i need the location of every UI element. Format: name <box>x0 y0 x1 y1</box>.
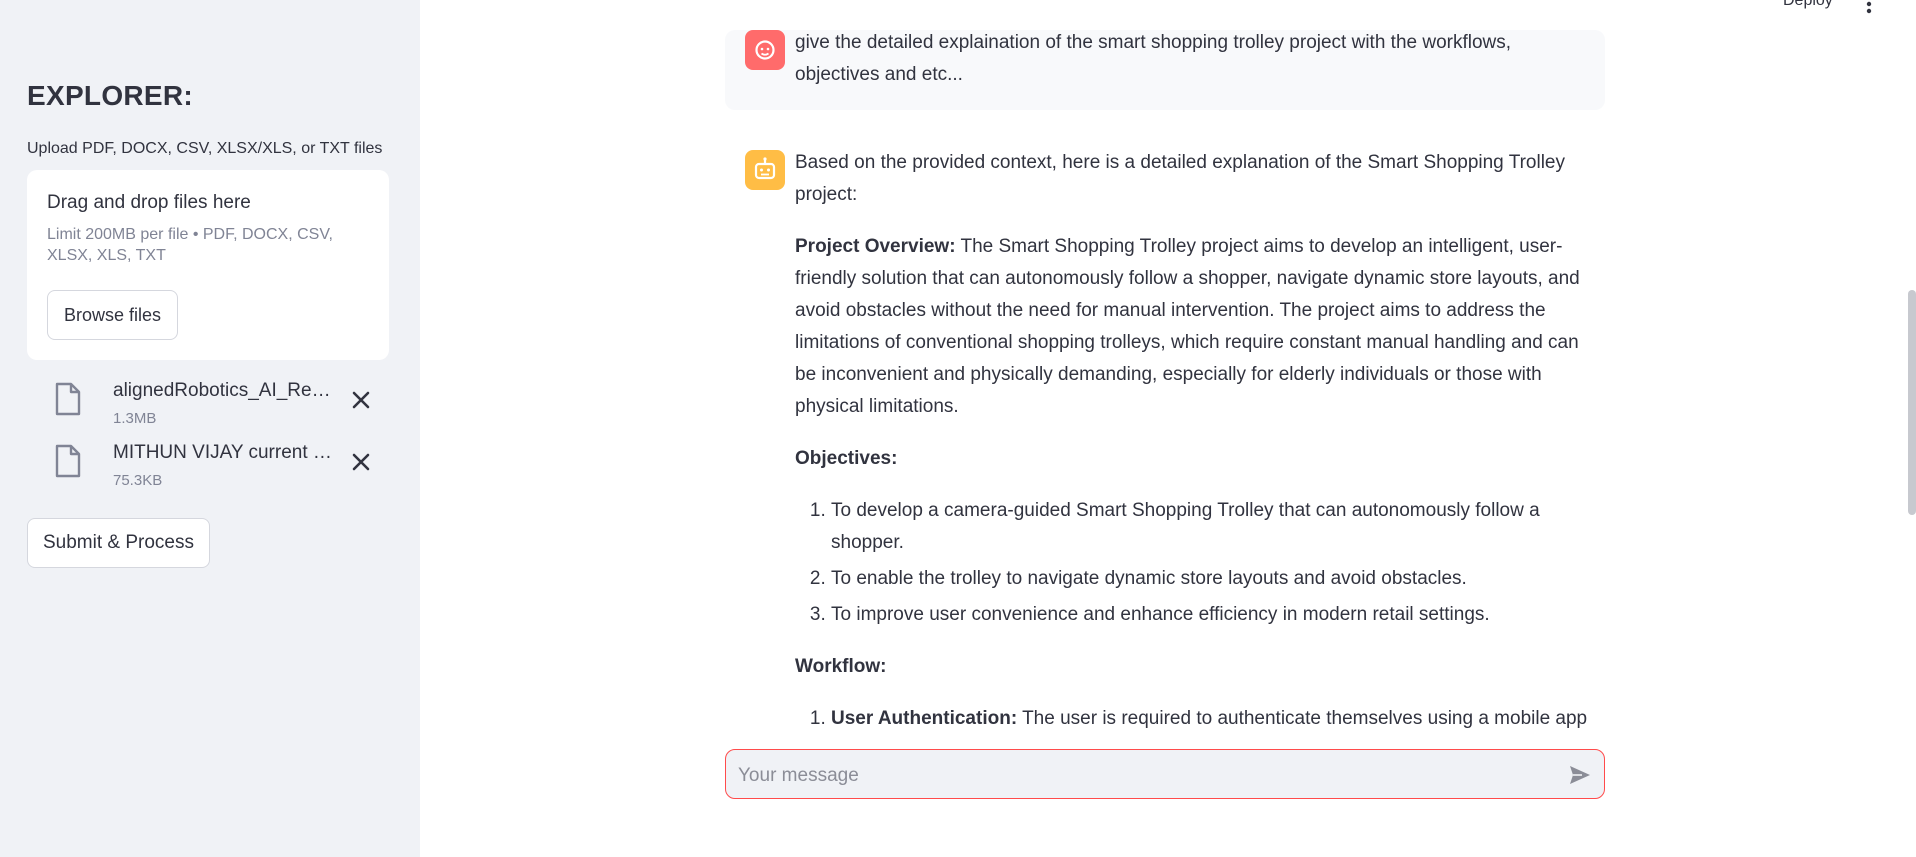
assistant-avatar <box>745 150 785 190</box>
file-name: MITHUN VIJAY current Resume.pdf <box>113 442 341 463</box>
chat-input-container <box>725 749 1605 799</box>
workflow-label: Workflow: <box>795 656 887 677</box>
objectives-list: To develop a camera-guided Smart Shoppin… <box>795 495 1595 631</box>
overview-label: Project Overview: <box>795 236 956 257</box>
upload-label: Upload PDF, DOCX, CSV, XLSX/XLS, or TXT … <box>27 140 383 157</box>
robot-icon <box>754 157 776 180</box>
workflow-heading: Workflow: <box>795 651 1595 683</box>
assistant-intro: Based on the provided context, here is a… <box>795 152 1565 205</box>
user-message-text: give the detailed explaination of the sm… <box>795 32 1512 85</box>
project-overview: Project Overview: The Smart Shopping Tro… <box>795 231 1595 423</box>
close-icon[interactable] <box>347 386 375 414</box>
overview-text: The Smart Shopping Trolley project aims … <box>795 236 1580 417</box>
file-size: 75.3KB <box>113 472 163 489</box>
user-avatar <box>745 30 785 70</box>
chat-messages: give the detailed explaination of the sm… <box>725 30 1605 730</box>
sidebar-title: EXPLORER: <box>27 80 194 111</box>
list-item: To develop a camera-guided Smart Shoppin… <box>831 495 1595 559</box>
workflow-item-label: User Authentication: <box>831 708 1018 729</box>
deploy-button[interactable]: Deploy <box>1783 0 1833 10</box>
scrollbar[interactable] <box>1908 290 1916 515</box>
objectives-label: Objectives: <box>795 448 898 469</box>
workflow-list: User Authentication: The user is require… <box>795 703 1595 730</box>
chat-input[interactable] <box>736 758 1540 794</box>
objectives-heading: Objectives: <box>795 443 1595 475</box>
user-message: give the detailed explaination of the sm… <box>725 30 1605 110</box>
assistant-message: Based on the provided context, here is a… <box>795 147 1595 730</box>
sidebar: EXPLORER: Upload PDF, DOCX, CSV, XLSX/XL… <box>0 0 420 857</box>
list-item: To enable the trolley to navigate dynami… <box>831 563 1595 595</box>
dropzone-title: Drag and drop files here <box>47 192 251 213</box>
file-icon <box>55 382 81 416</box>
file-name: alignedRobotics_AI_Report.pdf <box>113 380 341 401</box>
user-face-icon <box>755 40 775 60</box>
file-icon <box>55 444 81 478</box>
uploaded-file-item: alignedRobotics_AI_Report.pdf 1.3MB <box>27 378 389 434</box>
file-dropzone[interactable]: Drag and drop files here Limit 200MB per… <box>27 170 389 360</box>
list-item: To improve user convenience and enhance … <box>831 599 1595 631</box>
more-vertical-icon[interactable] <box>1862 0 1876 14</box>
submit-process-button[interactable]: Submit & Process <box>27 518 210 568</box>
browse-files-button[interactable]: Browse files <box>47 290 179 340</box>
file-size: 1.3MB <box>113 410 157 427</box>
send-icon[interactable] <box>1568 764 1592 786</box>
close-icon[interactable] <box>347 448 375 476</box>
uploaded-file-item: MITHUN VIJAY current Resume.pdf 75.3KB <box>27 440 389 496</box>
dropzone-limit: Limit 200MB per file • PDF, DOCX, CSV, X… <box>47 226 333 264</box>
list-item: User Authentication: The user is require… <box>831 703 1595 730</box>
